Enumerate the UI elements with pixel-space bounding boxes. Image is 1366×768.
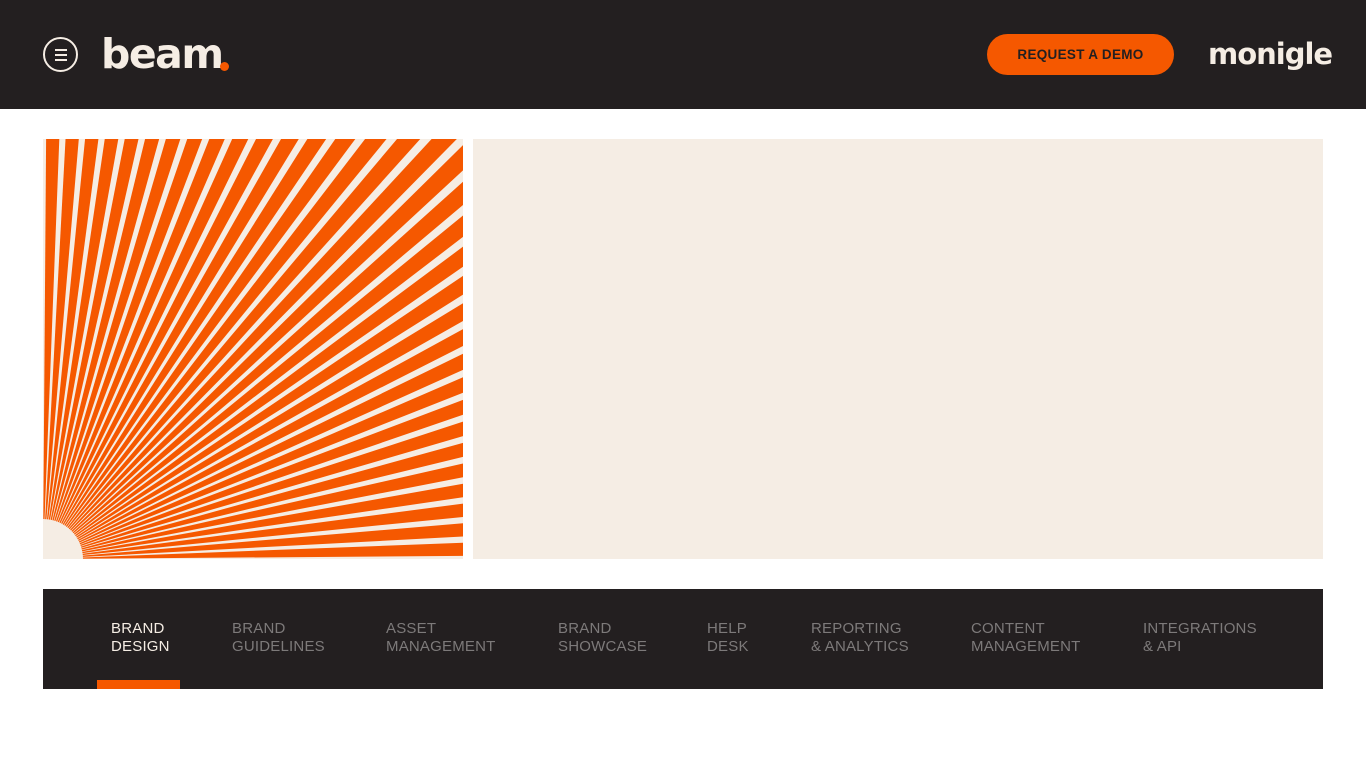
tab-asset-management[interactable]: ASSET MANAGEMENT — [386, 620, 496, 656]
tab-label-line1: ASSET — [386, 620, 437, 637]
beam-logo-dot — [220, 62, 229, 71]
tab-brand-guidelines[interactable]: BRAND GUIDELINES — [232, 620, 325, 656]
tab-brand-showcase[interactable]: BRAND SHOWCASE — [558, 620, 647, 656]
tab-integrations-api[interactable]: INTEGRATIONS & API — [1143, 620, 1257, 656]
tab-label-line2: MANAGEMENT — [971, 638, 1081, 655]
tab-label-line2: DESK — [707, 638, 749, 655]
sunburst-rays — [43, 139, 463, 559]
feature-tab-bar: BRAND DESIGN BRAND GUIDELINES ASSET MANA… — [43, 589, 1323, 689]
hero-panel — [473, 139, 1323, 559]
hamburger-menu-icon-bar — [55, 59, 67, 61]
tab-label-line1: INTEGRATIONS — [1143, 620, 1257, 637]
tab-label-line1: BRAND — [558, 620, 612, 637]
tab-label-line1: REPORTING — [811, 620, 902, 637]
tab-label-line2: MANAGEMENT — [386, 638, 496, 655]
tab-label-line2: SHOWCASE — [558, 638, 648, 655]
tab-label-line1: BRAND — [232, 620, 286, 637]
tab-reporting-analytics[interactable]: REPORTING & ANALYTICS — [811, 620, 909, 656]
tab-label-line1: CONTENT — [971, 620, 1045, 637]
hamburger-menu-icon — [55, 49, 67, 51]
tab-label-line2: DESIGN — [111, 638, 170, 655]
tab-brand-design[interactable]: BRAND DESIGN — [111, 620, 170, 656]
beam-logo[interactable]: beam — [101, 30, 224, 78]
tab-help-desk[interactable]: HELP DESK — [707, 620, 749, 656]
active-tab-indicator — [97, 680, 180, 689]
request-demo-button[interactable]: REQUEST A DEMO — [987, 34, 1174, 75]
tab-label-line2: GUIDELINES — [232, 638, 325, 655]
menu-button[interactable] — [43, 37, 78, 72]
tab-label-line2: & ANALYTICS — [811, 638, 909, 655]
monigle-logo[interactable]: monigle — [1208, 34, 1333, 74]
tab-label-line2: & API — [1143, 638, 1182, 655]
sunburst-graphic — [43, 139, 463, 559]
tab-content-management[interactable]: CONTENT MANAGEMENT — [971, 620, 1081, 656]
tab-label-line1: HELP — [707, 620, 747, 637]
hamburger-menu-icon-bar — [55, 54, 67, 56]
tab-label-line1: BRAND — [111, 620, 165, 637]
site-header: beam REQUEST A DEMO monigle — [0, 0, 1366, 109]
